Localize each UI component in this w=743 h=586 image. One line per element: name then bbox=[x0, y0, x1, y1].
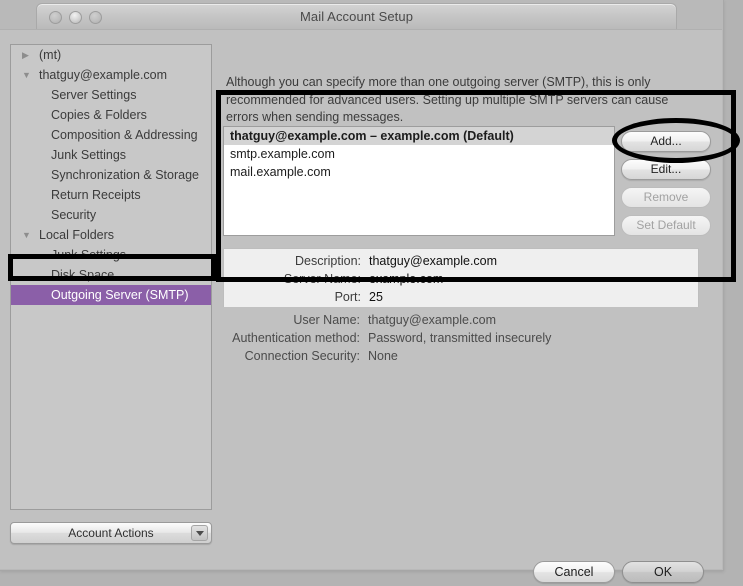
smtp-details-lower: User Name: thatguy@example.com Authenticat… bbox=[223, 311, 699, 367]
detail-label: Description: bbox=[295, 254, 361, 268]
button-label: Remove bbox=[643, 190, 689, 204]
detail-value: None bbox=[368, 349, 398, 363]
ok-button[interactable]: OK bbox=[622, 561, 704, 583]
list-item[interactable]: thatguy@example.com – example.com (Defau… bbox=[224, 127, 614, 145]
desktop-background: Mail Account Setup ▶ (mt) ▼ thatguy@example… bbox=[0, 0, 743, 586]
smtp-server-list[interactable]: thatguy@example.com – example.com (Defau… bbox=[223, 126, 615, 236]
account-tree[interactable]: ▶ (mt) ▼ thatguy@example.com Server Settings… bbox=[10, 44, 212, 510]
chevron-right-icon[interactable]: ▶ bbox=[22, 45, 29, 65]
smtp-details-upper: Description: thatguy@example.com Server Na… bbox=[223, 248, 699, 307]
detail-row: Authentication method: Password, transmit… bbox=[223, 329, 699, 347]
sidebar-item-local-folders[interactable]: ▼ Local Folders bbox=[11, 225, 211, 245]
detail-row: Description: thatguy@example.com bbox=[224, 252, 698, 270]
cancel-button[interactable]: Cancel bbox=[533, 561, 615, 583]
detail-value: thatguy@example.com bbox=[368, 313, 497, 327]
account-actions-button[interactable]: Account Actions bbox=[10, 522, 212, 544]
list-item[interactable]: mail.example.com bbox=[224, 163, 614, 181]
button-label: Set Default bbox=[636, 218, 696, 232]
detail-value: Password, transmitted insecurely bbox=[368, 331, 552, 345]
button-label: Edit... bbox=[650, 162, 682, 176]
remove-button: Remove bbox=[621, 187, 711, 208]
account-actions-label: Account Actions bbox=[68, 526, 154, 540]
smtp-intro-text: Although you can specify more than one o… bbox=[226, 75, 669, 124]
server-list-item-label: mail.example.com bbox=[230, 165, 331, 179]
detail-row: User Name: thatguy@example.com bbox=[223, 311, 699, 329]
chevron-down-icon[interactable]: ▼ bbox=[22, 225, 31, 245]
detail-row: Server Name: example.com bbox=[224, 270, 698, 288]
sidebar-item-disk-space[interactable]: Disk Space bbox=[11, 265, 211, 285]
sidebar-item-label: Junk Settings bbox=[51, 148, 127, 162]
sidebar-item-label: Synchronization & Storage bbox=[51, 168, 200, 182]
edit-button[interactable]: Edit... bbox=[621, 159, 711, 180]
chevron-down-icon[interactable]: ▼ bbox=[22, 65, 31, 85]
sidebar-item-label: Outgoing Server (SMTP) bbox=[51, 288, 189, 302]
sidebar-item-label: Composition & Addressing bbox=[51, 128, 198, 142]
detail-label: User Name: bbox=[293, 313, 360, 327]
server-list-item-label: thatguy@example.com – example.com (Defau… bbox=[230, 129, 514, 143]
set-default-button: Set Default bbox=[621, 215, 711, 236]
detail-value: example.com bbox=[369, 272, 444, 286]
sidebar-item-label: Junk Settings bbox=[51, 248, 127, 262]
detail-label: Connection Security: bbox=[244, 349, 360, 363]
detail-row: Port: 25 bbox=[224, 288, 698, 306]
detail-label: Server Name: bbox=[283, 272, 361, 286]
sidebar-item-junk-settings[interactable]: Junk Settings bbox=[11, 245, 211, 265]
window-titlebar[interactable]: Mail Account Setup bbox=[36, 3, 677, 30]
detail-row: Connection Security: None bbox=[223, 347, 699, 365]
add-button[interactable]: Add... bbox=[621, 131, 711, 152]
server-list-item-label: smtp.example.com bbox=[230, 147, 335, 161]
sidebar-item-label: Return Receipts bbox=[51, 188, 141, 202]
sidebar-item-copies-folders[interactable]: Copies & Folders bbox=[11, 105, 211, 125]
sidebar-item-server-settings[interactable]: Server Settings bbox=[11, 85, 211, 105]
sidebar-item-security[interactable]: Security bbox=[11, 205, 211, 225]
window-title: Mail Account Setup bbox=[299, 9, 414, 24]
sidebar-item-synchronization-storage[interactable]: Synchronization & Storage bbox=[11, 165, 211, 185]
sidebar-item-junk-settings[interactable]: Junk Settings bbox=[11, 145, 211, 165]
detail-label: Authentication method: bbox=[232, 331, 360, 345]
detail-value: 25 bbox=[369, 290, 383, 304]
sidebar-item-label: Copies & Folders bbox=[51, 108, 147, 122]
sidebar-item-return-receipts[interactable]: Return Receipts bbox=[11, 185, 211, 205]
sidebar-item-mt[interactable]: ▶ (mt) bbox=[11, 45, 211, 65]
sidebar-item-composition-addressing[interactable]: Composition & Addressing bbox=[11, 125, 211, 145]
detail-label: Port: bbox=[334, 290, 361, 304]
sidebar-item-label: Server Settings bbox=[51, 88, 137, 102]
sidebar-item-outgoing-server-smtp[interactable]: Outgoing Server (SMTP) bbox=[11, 285, 211, 305]
button-label: Add... bbox=[650, 134, 682, 148]
sidebar-item-label: thatguy@example.com bbox=[39, 68, 168, 82]
sidebar-item-thatguy-example-com[interactable]: ▼ thatguy@example.com bbox=[11, 65, 211, 85]
sidebar-item-label: Local Folders bbox=[39, 228, 115, 242]
sidebar-item-label: Security bbox=[51, 208, 97, 222]
detail-value: thatguy@example.com bbox=[369, 254, 498, 268]
sidebar-item-label: Disk Space bbox=[51, 268, 115, 282]
chevron-down-icon[interactable] bbox=[191, 525, 208, 541]
list-item[interactable]: smtp.example.com bbox=[224, 145, 614, 163]
sidebar-item-label: (mt) bbox=[39, 48, 62, 62]
dialog-window: ▶ (mt) ▼ thatguy@example.com Server Settings… bbox=[0, 29, 722, 583]
